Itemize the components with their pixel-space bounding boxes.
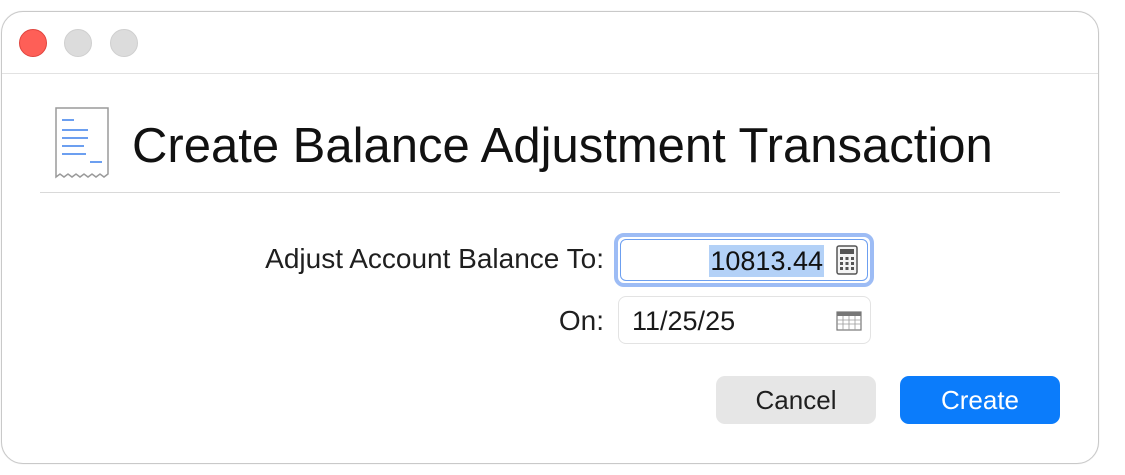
receipt-icon: [55, 107, 109, 179]
dialog-title: Create Balance Adjustment Transaction: [132, 119, 993, 173]
header-divider: [40, 192, 1060, 193]
zoom-window-button[interactable]: [110, 29, 138, 57]
calculator-icon[interactable]: [836, 245, 858, 275]
date-value[interactable]: 11/25/25: [632, 306, 735, 336]
calendar-icon[interactable]: [836, 311, 862, 331]
balance-amount-field[interactable]: 10813.44: [614, 233, 874, 287]
minimize-window-button[interactable]: [64, 29, 92, 57]
balance-amount-value[interactable]: 10813.44: [709, 245, 824, 277]
balance-label: Adjust Account Balance To:: [265, 243, 604, 274]
date-label: On:: [558, 305, 604, 336]
close-window-button[interactable]: [19, 29, 47, 57]
date-field[interactable]: 11/25/25: [618, 296, 871, 344]
create-button[interactable]: Create: [900, 376, 1060, 424]
cancel-button[interactable]: Cancel: [716, 376, 876, 424]
title-bar: [2, 12, 1098, 74]
